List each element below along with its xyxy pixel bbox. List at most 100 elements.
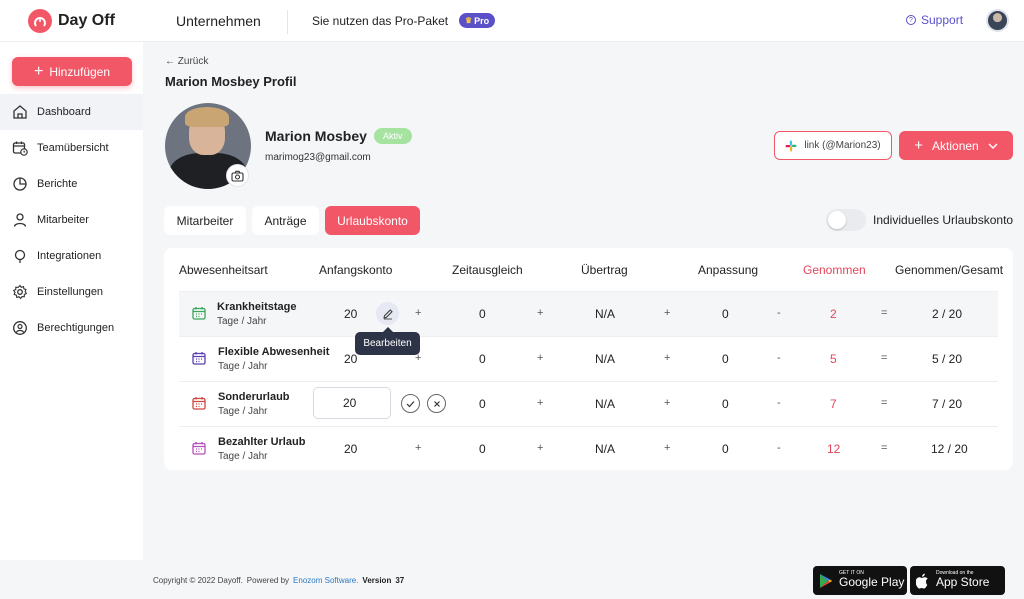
carry-over: N/A [595, 442, 616, 456]
taken-total: 12 / 20 [931, 442, 968, 456]
absence-type-unit: Tage / Jahr [218, 361, 268, 372]
plus-operator: + [415, 442, 422, 454]
sidebar-item-team[interactable]: Teamübersicht [0, 130, 143, 166]
sidebar-item-reports[interactable]: Berichte [0, 166, 143, 202]
column-header: Genommen [803, 263, 866, 277]
google-play-big: Google Play [839, 575, 905, 590]
app-name: Day Off [58, 12, 115, 29]
sidebar-item-integrations[interactable]: Integrationen [0, 238, 143, 274]
taken: 5 [830, 352, 837, 366]
user-email: marimog23@gmail.com [265, 152, 371, 163]
absence-type-unit: Tage / Jahr [218, 451, 268, 462]
plus-operator: + [664, 397, 671, 409]
plan-text: Sie nutzen das Pro-Paket [312, 14, 449, 28]
user-shield-icon [13, 321, 27, 335]
taken: 12 [827, 442, 841, 456]
start-balance: 20 [344, 442, 358, 456]
individual-account-toggle[interactable] [826, 209, 866, 231]
support-label: Support [921, 13, 964, 27]
page-title: Marion Mosbey Profil [165, 74, 297, 89]
equals-operator: = [881, 397, 888, 409]
upload-photo-button[interactable] [226, 164, 249, 187]
column-header: Genommen/Gesamt [895, 263, 1004, 277]
pro-badge: ♛ Pro [459, 13, 496, 28]
header-divider [287, 10, 288, 34]
status-badge: Aktiv [374, 128, 412, 144]
sidebar-item-label: Berichte [37, 178, 78, 190]
check-icon [406, 400, 415, 407]
minus-operator: - [777, 442, 781, 454]
minus-operator: - [777, 352, 781, 364]
sidebar-item-label: Teamübersicht [37, 142, 109, 154]
version-label: Version [362, 576, 392, 585]
slack-link-button[interactable]: link (@Marion23) [774, 131, 892, 160]
actions-button-label: Aktionen [932, 138, 979, 153]
column-header: Anfangskonto [319, 263, 393, 277]
slack-button-label: link (@Marion23) [804, 140, 881, 151]
google-play-badge[interactable]: GET IT ON Google Play [813, 566, 907, 595]
sidebar-item-settings[interactable]: Einstellungen [0, 274, 143, 310]
time-compensation: 0 [479, 352, 486, 366]
cancel-button[interactable] [427, 394, 446, 413]
minus-operator: - [777, 307, 781, 319]
absence-type-name: Flexible Abwesenheit [218, 346, 330, 358]
sidebar-nav: Dashboard Teamübersicht Berichte Mitarbe… [0, 94, 143, 346]
edit-button[interactable] [376, 302, 399, 325]
close-icon [433, 400, 440, 407]
sidebar-item-employees[interactable]: Mitarbeiter [0, 202, 143, 238]
add-button[interactable]: + Hinzufügen [12, 57, 132, 86]
home-icon [13, 105, 27, 119]
calendar-icon [192, 442, 206, 455]
equals-operator: = [881, 352, 888, 364]
column-header: Abwesenheitsart [179, 263, 268, 277]
app-store-big: App Store [936, 575, 990, 590]
footer: Copyright © 2022 Dayoff. Powered by Enoz… [153, 576, 404, 585]
tab-leave-account[interactable]: Urlaubskonto [325, 206, 420, 235]
tab-requests[interactable]: Anträge [252, 206, 319, 235]
start-balance: 20 [344, 307, 358, 321]
confirm-button[interactable] [401, 394, 420, 413]
adjustment: 0 [722, 352, 729, 366]
equals-operator: = [881, 307, 888, 319]
plus-operator: + [664, 442, 671, 454]
back-link[interactable]: ← Zurück [165, 56, 208, 67]
sidebar-item-label: Dashboard [37, 106, 91, 118]
table-row [179, 336, 998, 381]
company-link[interactable]: Enozom Software. [293, 576, 358, 585]
calendar-icon [192, 397, 206, 410]
taken-total: 5 / 20 [932, 352, 963, 366]
toggle-knob [828, 211, 846, 229]
calendar-icon [192, 352, 206, 365]
plus-operator: + [537, 307, 544, 319]
version-number: 37 [395, 576, 405, 585]
minus-operator: - [777, 397, 781, 409]
time-compensation: 0 [479, 397, 486, 411]
sidebar-item-dashboard[interactable]: Dashboard [0, 94, 143, 130]
apple-icon [916, 573, 928, 589]
start-balance-input[interactable]: 20 [313, 387, 391, 419]
app-logo[interactable]: Day Off [28, 9, 115, 33]
support-link[interactable]: ? Support [906, 13, 963, 27]
actions-button[interactable]: + Aktionen [899, 131, 1013, 160]
sidebar-item-label: Einstellungen [37, 286, 104, 298]
app-store-badge[interactable]: Download on the App Store [910, 566, 1005, 595]
toggle-label: Individuelles Urlaubskonto [873, 213, 1014, 227]
table-row [179, 381, 998, 426]
chevron-down-icon [988, 143, 998, 149]
pro-badge-label: Pro [474, 15, 490, 26]
calendar-icon [192, 307, 206, 320]
tab-employees[interactable]: Mitarbeiter [164, 206, 246, 235]
question-icon: ? [906, 15, 916, 25]
absence-type-unit: Tage / Jahr [217, 316, 267, 327]
avatar[interactable] [986, 9, 1009, 32]
company-name[interactable]: Unternehmen [176, 13, 261, 29]
sidebar: + Hinzufügen Dashboard Teamübersicht Ber… [0, 42, 143, 560]
plus-icon: + [914, 137, 924, 154]
plus-operator: + [537, 442, 544, 454]
sidebar-item-permissions[interactable]: Berechtigungen [0, 310, 143, 346]
start-balance: 20 [344, 352, 358, 366]
absence-type-unit: Tage / Jahr [218, 406, 268, 417]
pie-chart-icon [13, 177, 27, 191]
plus-operator: + [415, 307, 422, 319]
sidebar-item-label: Integrationen [37, 250, 102, 262]
